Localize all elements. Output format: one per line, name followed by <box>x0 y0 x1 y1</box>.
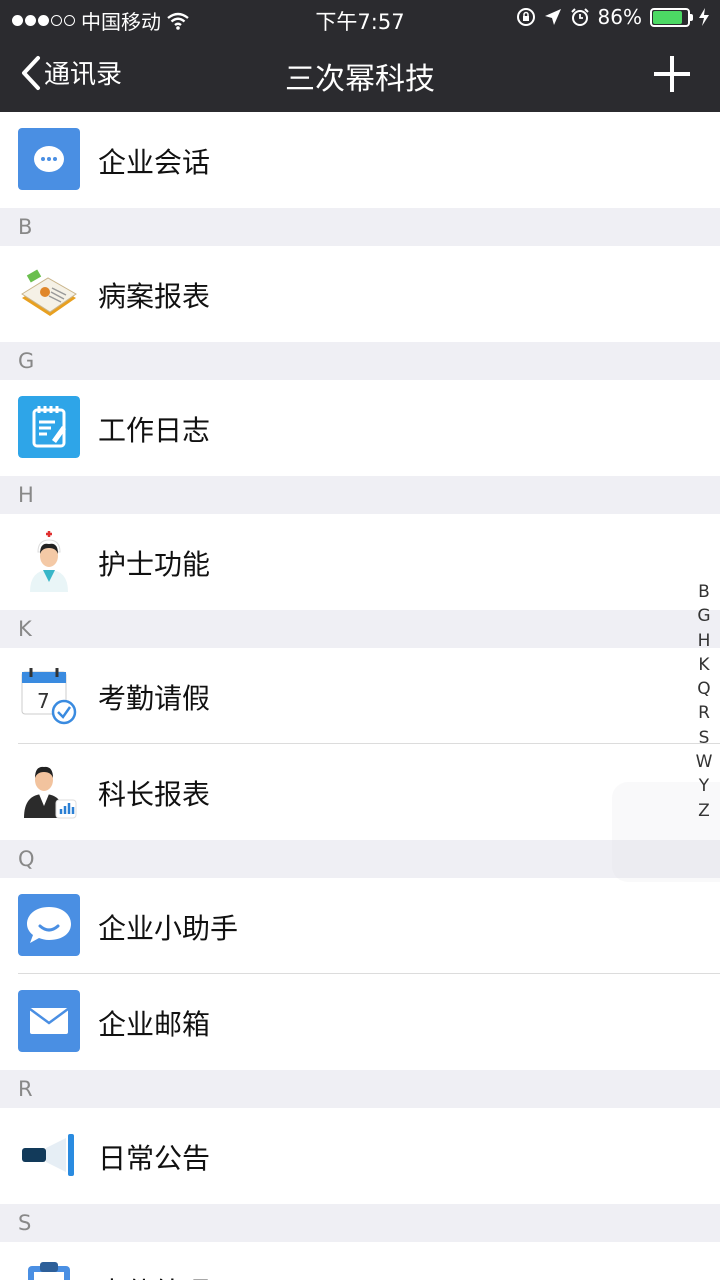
battery-icon <box>650 7 693 27</box>
assistant-bubble-icon <box>18 894 80 956</box>
navigation-bar: 通讯录 三次幂科技 <box>0 36 720 112</box>
chat-bubble-icon <box>18 128 80 190</box>
list-item-label: 企业小助手 <box>98 912 239 945</box>
section-header-s: S <box>0 1204 720 1242</box>
list-item-work-log[interactable]: 工作日志 <box>0 380 720 476</box>
location-arrow-icon <box>544 9 561 25</box>
add-button[interactable] <box>654 56 690 92</box>
index-letter-g[interactable]: G <box>697 604 710 628</box>
list-item-event-handling[interactable]: 事件处理 <box>0 1242 720 1280</box>
list-item-label: 日常公告 <box>98 1142 211 1175</box>
index-letter-s[interactable]: S <box>699 726 710 750</box>
nurse-icon <box>30 531 68 592</box>
status-bar: 中国移动 下午7:57 86% <box>0 0 720 36</box>
index-letter-z[interactable]: Z <box>698 799 710 823</box>
report-book-icon <box>21 269 77 316</box>
section-header-g: G <box>0 342 720 380</box>
page-title: 三次幂科技 <box>285 62 435 97</box>
list-item-label: 病案报表 <box>98 280 211 313</box>
section-header-h: H <box>0 476 720 514</box>
list-item-case-report[interactable]: 病案报表 <box>0 246 720 342</box>
list-item-daily-announcement[interactable]: 日常公告 <box>0 1108 720 1204</box>
list-item-label: 事件处理 <box>98 1271 210 1280</box>
alarm-icon <box>570 8 589 26</box>
list-item-nurse-functions[interactable]: 护士功能 <box>0 514 720 610</box>
megaphone-icon <box>22 1134 74 1176</box>
index-letter-y[interactable]: Y <box>699 774 709 798</box>
index-letter-q[interactable]: Q <box>697 677 710 701</box>
index-letter-h[interactable]: H <box>698 629 711 653</box>
rotation-lock-icon <box>516 8 535 26</box>
list-item-enterprise-assistant[interactable]: 企业小助手 <box>0 878 720 974</box>
list-item-enterprise-chat[interactable]: 企业会话 <box>0 112 720 208</box>
svg-text:7: 7 <box>37 689 50 713</box>
index-letter-k[interactable]: K <box>698 653 709 677</box>
section-header-k: K <box>0 610 720 648</box>
contact-list: 企业会话 B 病案报表 G 工作日志 H 护士功能 K 7 考勤请假 科长报表 … <box>0 112 720 1280</box>
list-item-label: 考勤请假 <box>98 682 211 715</box>
manager-chart-icon <box>24 766 77 819</box>
list-item-label: 工作日志 <box>98 414 211 447</box>
index-letter-b[interactable]: B <box>698 580 710 604</box>
calendar-check-icon: 7 <box>21 668 77 725</box>
section-header-r: R <box>0 1070 720 1108</box>
list-item-label: 企业会话 <box>98 146 211 179</box>
battery-percent: 86% <box>597 5 642 29</box>
list-item-attendance-leave[interactable]: 7 考勤请假 <box>0 648 720 744</box>
charging-bolt-icon <box>699 8 709 26</box>
list-item-label: 企业邮箱 <box>98 1008 211 1041</box>
notepad-icon <box>18 396 80 458</box>
section-header-b: B <box>0 208 720 246</box>
list-item-label: 护士功能 <box>98 548 211 581</box>
mail-icon <box>18 990 80 1052</box>
alphabet-index[interactable]: BGHKQRSWYZ <box>694 580 714 823</box>
index-letter-r[interactable]: R <box>698 701 710 725</box>
clipboard-icon <box>28 1262 70 1280</box>
index-letter-w[interactable]: W <box>696 750 713 774</box>
list-item-label: 科长报表 <box>98 778 211 811</box>
list-item-enterprise-mail[interactable]: 企业邮箱 <box>0 974 720 1070</box>
